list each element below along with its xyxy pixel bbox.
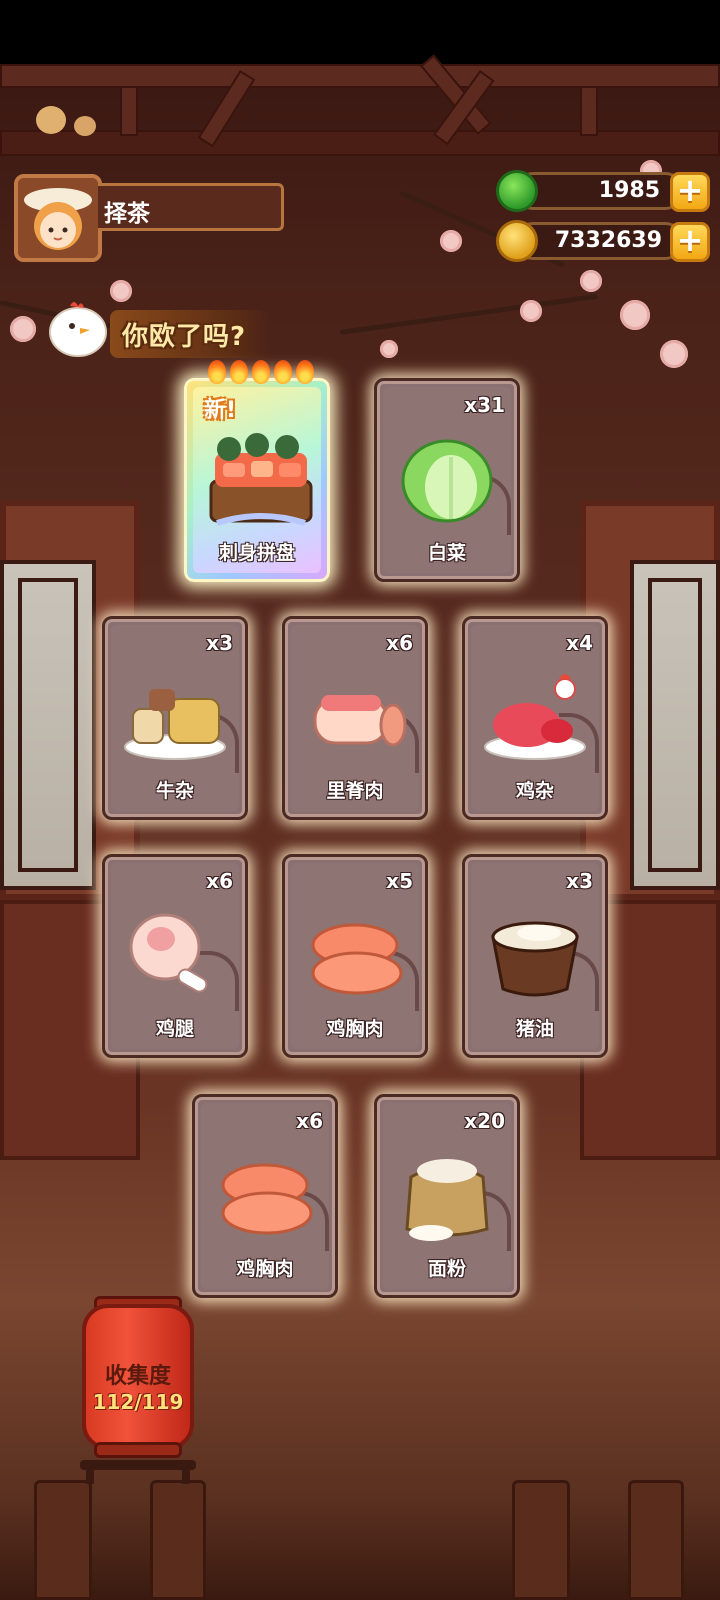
coin-icon: [496, 220, 538, 262]
ingredient-card[interactable]: x6 里脊肉: [282, 616, 428, 820]
status-bar: [0, 0, 720, 64]
add-coins-button[interactable]: +: [670, 222, 710, 262]
ingredient-card[interactable]: x31 白菜: [374, 378, 520, 582]
card-count: x6: [386, 631, 413, 655]
add-jade-button[interactable]: +: [670, 172, 710, 212]
ingredient-card[interactable]: x6 鸡胸肉: [192, 1094, 338, 1298]
card-label: 猪油: [515, 1018, 554, 1040]
blossom: [620, 300, 650, 330]
left-window-lattice: [0, 560, 96, 890]
fence-post: [34, 1480, 92, 1600]
roof-beam-lower: [0, 130, 720, 156]
card-count: x3: [206, 631, 233, 655]
card-count: x31: [464, 393, 505, 417]
lantern-stand: [80, 1460, 196, 1470]
jade-amount: 1985: [598, 178, 660, 203]
flour-sack-icon: [405, 1159, 489, 1241]
flame-icon: [296, 360, 314, 384]
flame-icon: [252, 360, 270, 384]
blossom: [580, 270, 602, 292]
collection-label: 收集度: [104, 1364, 171, 1389]
blossom: [520, 300, 542, 322]
blossom: [380, 340, 398, 358]
jade-icon: [496, 170, 538, 212]
lard-icon: [491, 921, 579, 997]
branch: [339, 293, 598, 335]
card-count: x3: [566, 869, 593, 893]
roof-beam: [0, 64, 720, 88]
flame-icon: [274, 360, 292, 384]
chick-decoration: [74, 116, 96, 136]
lantern-bottom-cap: [94, 1442, 182, 1458]
coin-amount: 7332639: [554, 228, 662, 253]
blossom: [660, 340, 688, 368]
card-label: 鸡胸肉: [326, 1018, 384, 1040]
chick-decoration: [36, 106, 66, 134]
tenderloin-icon: [313, 695, 407, 747]
card-label: 牛杂: [155, 780, 194, 802]
lantern-stand-leg: [182, 1460, 190, 1484]
card-count: x6: [296, 1109, 323, 1133]
roof-post: [580, 86, 598, 136]
game-scene: 择茶 1985 + 7332639 + 你欧了吗? 刺身拼盘 新! x31 白菜…: [0, 0, 720, 1600]
card-label: 鸡腿: [155, 1018, 194, 1040]
card-count: x4: [566, 631, 593, 655]
fence-post: [150, 1480, 206, 1600]
flame-icon: [230, 360, 248, 384]
flame-icon: [208, 360, 226, 384]
fence-post: [512, 1480, 570, 1600]
card-label: 白菜: [427, 542, 466, 564]
ingredient-card[interactable]: x20 面粉: [374, 1094, 520, 1298]
card-label: 面粉: [427, 1258, 466, 1280]
collection-progress: 112/119: [92, 1390, 184, 1414]
lantern-stand-leg: [86, 1460, 94, 1484]
chicken-leg-icon: [129, 913, 208, 993]
chicken-mascot-icon: [49, 302, 107, 357]
avatar-portrait-icon: [18, 178, 98, 258]
player-avatar[interactable]: [14, 174, 102, 262]
chicken-breast-icon: [221, 1163, 313, 1235]
card-label: 刺身拼盘: [218, 542, 295, 564]
cabbage-icon: [401, 439, 493, 523]
right-window-lattice: [630, 560, 720, 890]
ingredient-card[interactable]: x4 鸡杂: [462, 616, 608, 820]
ingredient-card[interactable]: x5 鸡胸肉: [282, 854, 428, 1058]
sashimi-platter-icon: [209, 433, 313, 526]
chicken-offal-icon: [484, 674, 586, 760]
ingredient-card[interactable]: x3 猪油: [462, 854, 608, 1058]
card-count: x20: [464, 1109, 505, 1133]
card-label: 鸡杂: [515, 780, 554, 802]
chicken-breast-icon: [311, 923, 403, 995]
card-count: x6: [206, 869, 233, 893]
card-count: x5: [386, 869, 413, 893]
new-badge: 新!: [204, 398, 237, 423]
card-label: 里脊肉: [326, 780, 384, 802]
roof-post: [120, 86, 138, 136]
ingredient-card[interactable]: x3 牛杂: [102, 616, 248, 820]
blossom: [10, 316, 36, 342]
blossom: [440, 230, 462, 252]
card-label: 鸡胸肉: [236, 1258, 294, 1280]
beef-offal-icon: [124, 689, 226, 760]
ingredient-card[interactable]: x6 鸡腿: [102, 854, 248, 1058]
banner-text: 你欧了吗?: [122, 322, 247, 352]
player-name: 择茶: [104, 201, 150, 227]
fence-post: [628, 1480, 684, 1600]
